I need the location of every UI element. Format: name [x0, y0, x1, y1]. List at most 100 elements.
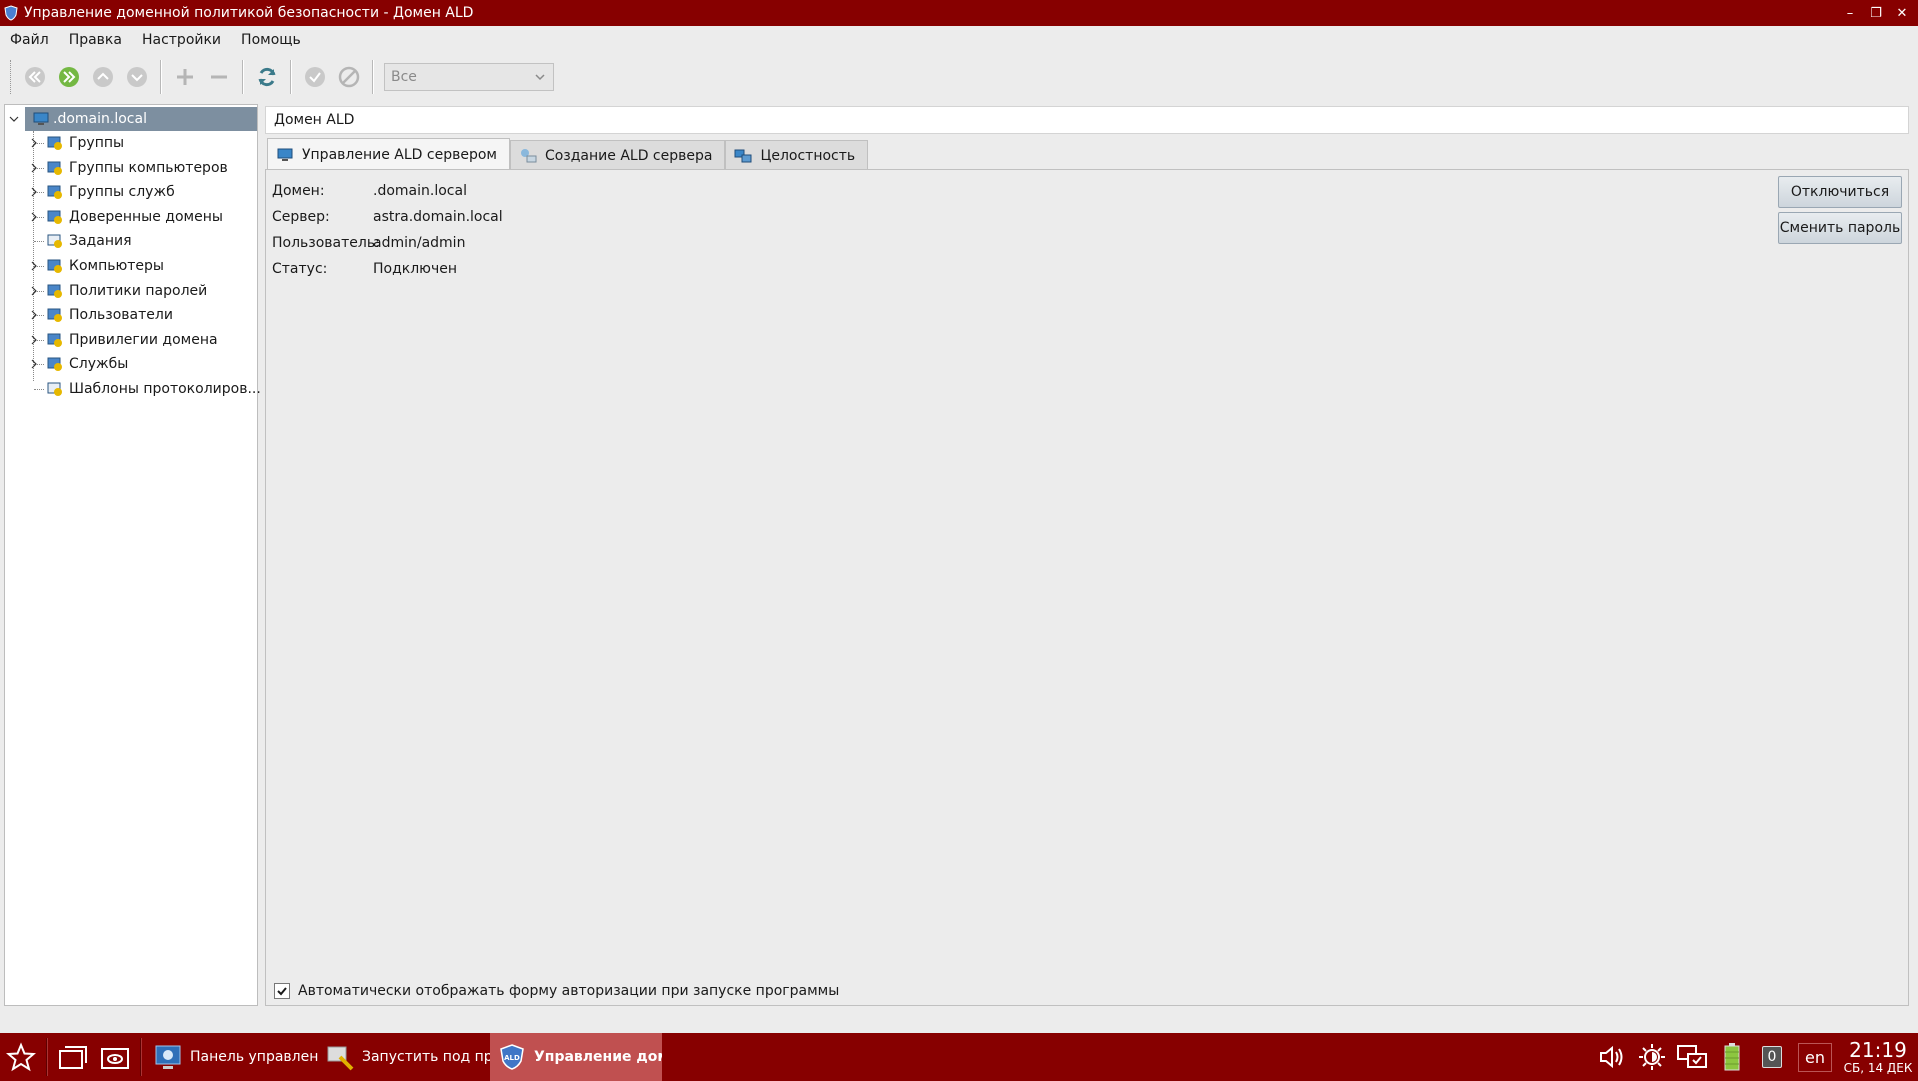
- down-button[interactable]: [120, 60, 154, 94]
- window-title: Управление доменной политикой безопаснос…: [24, 5, 474, 21]
- tree-item[interactable]: Доверенные домены: [5, 205, 257, 229]
- chevron-right-icon[interactable]: [29, 359, 39, 369]
- taskbar-separator: [46, 1038, 48, 1076]
- tab-integrity[interactable]: Целостность: [725, 140, 869, 170]
- disconnect-button[interactable]: Отключиться: [1778, 176, 1902, 208]
- tree-item-icon: [47, 357, 62, 372]
- tree-item[interactable]: Шаблоны протоколиров...: [5, 377, 261, 401]
- tab-manage-server[interactable]: Управление ALD сервером: [267, 138, 510, 170]
- network-icon: [734, 149, 752, 162]
- start-menu-button[interactable]: [0, 1036, 42, 1078]
- tree-item[interactable]: Компьютеры: [5, 254, 257, 278]
- menu-file[interactable]: Файл: [0, 32, 59, 48]
- run-as-icon: [327, 1046, 354, 1071]
- up-icon: [93, 67, 113, 87]
- info-key: Сервер:: [272, 209, 330, 225]
- speaker-icon: [1600, 1045, 1623, 1069]
- chevron-right-icon[interactable]: [29, 310, 39, 320]
- tree-item-icon: [47, 333, 62, 347]
- keyboard-layout: en: [1798, 1042, 1832, 1072]
- tree-root-domain[interactable]: .domain.local: [25, 107, 257, 131]
- tab-panel-manage-server: Домен: .domain.local Сервер: astra.domai…: [265, 169, 1909, 1006]
- remove-icon: [211, 75, 227, 79]
- taskbar: Панель управлен... Запустить под пр... A…: [0, 1033, 1918, 1081]
- menu-settings[interactable]: Настройки: [132, 32, 231, 48]
- toolbar-separator: [372, 60, 374, 94]
- info-key: Домен:: [272, 183, 325, 199]
- change-password-button[interactable]: Сменить пароль: [1778, 212, 1902, 244]
- toolbar-grip[interactable]: [10, 60, 14, 94]
- menu-bar: Файл Правка Настройки Помощь: [0, 26, 1918, 54]
- domain-tree: .domain.local Группы Группы компьютеров Гр…: [4, 104, 261, 1006]
- volume-button[interactable]: [1592, 1033, 1632, 1081]
- add-icon: [177, 69, 193, 85]
- tree-item[interactable]: Привилегии домена: [5, 328, 257, 352]
- minimize-icon[interactable]: –: [1842, 6, 1858, 21]
- tree-item-icon: [47, 259, 62, 273]
- tree-root-label: .domain.local: [53, 111, 147, 127]
- clock[interactable]: 21:19 СБ, 14 ДЕК: [1838, 1040, 1918, 1074]
- tab-create-server[interactable]: Создание ALD сервера: [509, 140, 726, 170]
- chevron-right-icon[interactable]: [29, 286, 39, 296]
- tree-item-label: Компьютеры: [69, 258, 164, 274]
- filter-select[interactable]: Все: [384, 63, 554, 91]
- back-button[interactable]: [18, 60, 52, 94]
- info-row-user: Пользователь: admin/admin: [272, 230, 503, 256]
- tree-item-label: Шаблоны протоколиров...: [69, 381, 261, 397]
- maximize-icon[interactable]: ❐: [1868, 6, 1884, 21]
- keyboard-layout-button[interactable]: en: [1792, 1033, 1838, 1081]
- tree-item[interactable]: Службы: [5, 352, 257, 376]
- tree-item[interactable]: Политики паролей: [5, 279, 257, 303]
- chevron-right-icon[interactable]: [29, 335, 39, 345]
- tree-item[interactable]: Группы: [5, 131, 257, 155]
- chevron-down-icon[interactable]: [9, 114, 19, 124]
- back-icon: [25, 67, 45, 87]
- tree-item[interactable]: Группы служб: [5, 180, 257, 204]
- up-button[interactable]: [86, 60, 120, 94]
- file-manager-button[interactable]: [94, 1036, 136, 1078]
- network-button[interactable]: [1672, 1033, 1712, 1081]
- info-value: admin/admin: [373, 235, 466, 251]
- info-row-status: Статус: Подключен: [272, 256, 503, 282]
- down-icon: [127, 67, 147, 87]
- task-control-panel[interactable]: Панель управлен...: [146, 1033, 318, 1081]
- tree-item[interactable]: Пользователи: [5, 303, 257, 327]
- info-value: Подключен: [373, 261, 457, 277]
- battery-indicator[interactable]: [1712, 1033, 1752, 1081]
- taskbar-separator: [140, 1038, 142, 1076]
- auto-auth-checkbox[interactable]: [274, 983, 290, 999]
- notifications-button[interactable]: 0: [1752, 1033, 1792, 1081]
- refresh-icon: [258, 67, 276, 87]
- task-run-as[interactable]: Запустить под пр...: [318, 1033, 490, 1081]
- cancel-button[interactable]: [332, 60, 366, 94]
- task-ald-manager[interactable]: ALD Управление дом...: [490, 1033, 662, 1081]
- chevron-down-icon: [535, 74, 545, 81]
- info-row-server: Сервер: astra.domain.local: [272, 204, 503, 230]
- chevron-right-icon[interactable]: [29, 212, 39, 222]
- chevron-right-icon[interactable]: [29, 163, 39, 173]
- forward-button[interactable]: [52, 60, 86, 94]
- svg-text:ALD: ALD: [504, 1054, 520, 1062]
- tree-item-icon: [47, 136, 62, 150]
- windows-icon: [59, 1046, 87, 1069]
- add-button[interactable]: [168, 60, 202, 94]
- menu-help[interactable]: Помощь: [231, 32, 311, 48]
- toolbar: Все: [0, 56, 1918, 98]
- filter-select-value: Все: [391, 69, 417, 85]
- chevron-right-icon[interactable]: [29, 138, 39, 148]
- chevron-right-icon[interactable]: [29, 261, 39, 271]
- brightness-button[interactable]: [1632, 1033, 1672, 1081]
- tree-item-label: Доверенные домены: [69, 208, 223, 225]
- tree-item-label: Пользователи: [69, 307, 173, 324]
- computer-icon: [33, 112, 49, 125]
- remove-button[interactable]: [202, 60, 236, 94]
- windows-button[interactable]: [52, 1036, 94, 1078]
- close-icon[interactable]: ✕: [1894, 6, 1910, 21]
- menu-edit[interactable]: Правка: [59, 32, 132, 48]
- refresh-button[interactable]: [250, 60, 284, 94]
- apply-button[interactable]: [298, 60, 332, 94]
- tree-item[interactable]: Задания: [5, 229, 257, 253]
- tree-item[interactable]: Группы компьютеров: [5, 156, 257, 180]
- tab-label: Целостность: [760, 147, 856, 164]
- chevron-right-icon[interactable]: [29, 187, 39, 197]
